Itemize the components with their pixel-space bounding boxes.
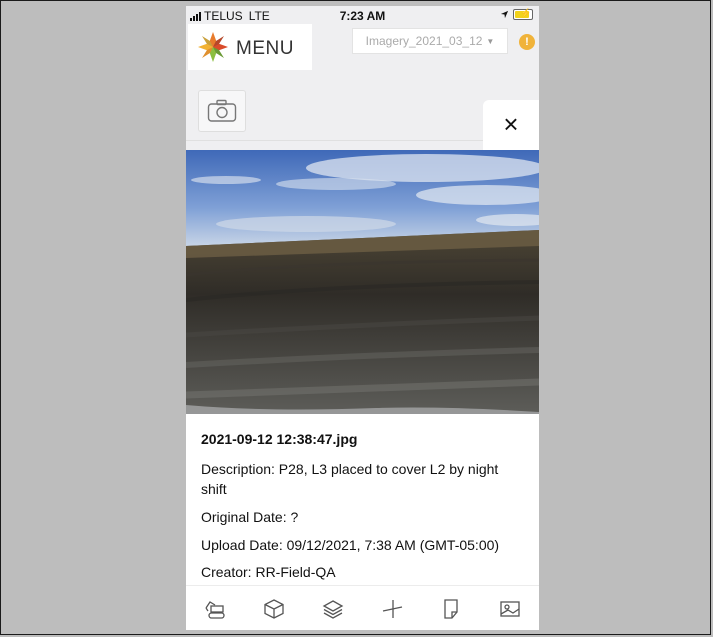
bottom-toolbar (186, 585, 539, 630)
chevron-down-icon: ▼ (486, 36, 495, 46)
menu-label: MENU (236, 38, 294, 59)
phone-screen: TELUS LTE 7:23 AM ⚡ MENU Imagery_2021_03… (186, 6, 539, 630)
photo-creator: Creator: RR-Field-QA (201, 564, 336, 580)
imagery-selected-value: Imagery_2021_03_12 (365, 34, 483, 48)
battery-icon: ⚡ (513, 8, 533, 20)
photo-upload-date: Upload Date: 09/12/2021, 7:38 AM (GMT-05… (201, 537, 500, 553)
photo-description: Description: P28, L3 placed to cover L2 … (201, 461, 499, 497)
measure-icon[interactable] (376, 593, 408, 625)
excavator-icon[interactable] (199, 593, 231, 625)
close-button[interactable]: × (497, 110, 525, 138)
photo-details-panel: 2021-09-12 12:38:47.jpg Description: P28… (186, 414, 539, 586)
status-icons: ⚡ (500, 8, 533, 20)
menu-button[interactable]: MENU (188, 24, 312, 70)
camera-button[interactable] (198, 90, 246, 132)
photo-filename: 2021-09-12 12:38:47.jpg (201, 431, 358, 447)
app-logo-icon (198, 32, 228, 62)
photo-original-date: Original Date: ? (201, 509, 299, 525)
layers-icon[interactable] (317, 593, 349, 625)
image-icon[interactable] (494, 593, 526, 625)
alert-badge[interactable]: ! (519, 34, 535, 50)
status-bar: TELUS LTE 7:23 AM ⚡ (186, 6, 539, 24)
close-tab: × (483, 100, 539, 152)
imagery-dropdown[interactable]: Imagery_2021_03_12 ▼ (352, 28, 508, 54)
cube-icon[interactable] (258, 593, 290, 625)
clock: 7:23 AM (339, 9, 386, 23)
location-arrow-icon (500, 10, 509, 19)
panel-divider (186, 140, 483, 141)
field-photo (186, 150, 539, 414)
camera-icon (207, 99, 237, 122)
document-icon[interactable] (435, 593, 467, 625)
